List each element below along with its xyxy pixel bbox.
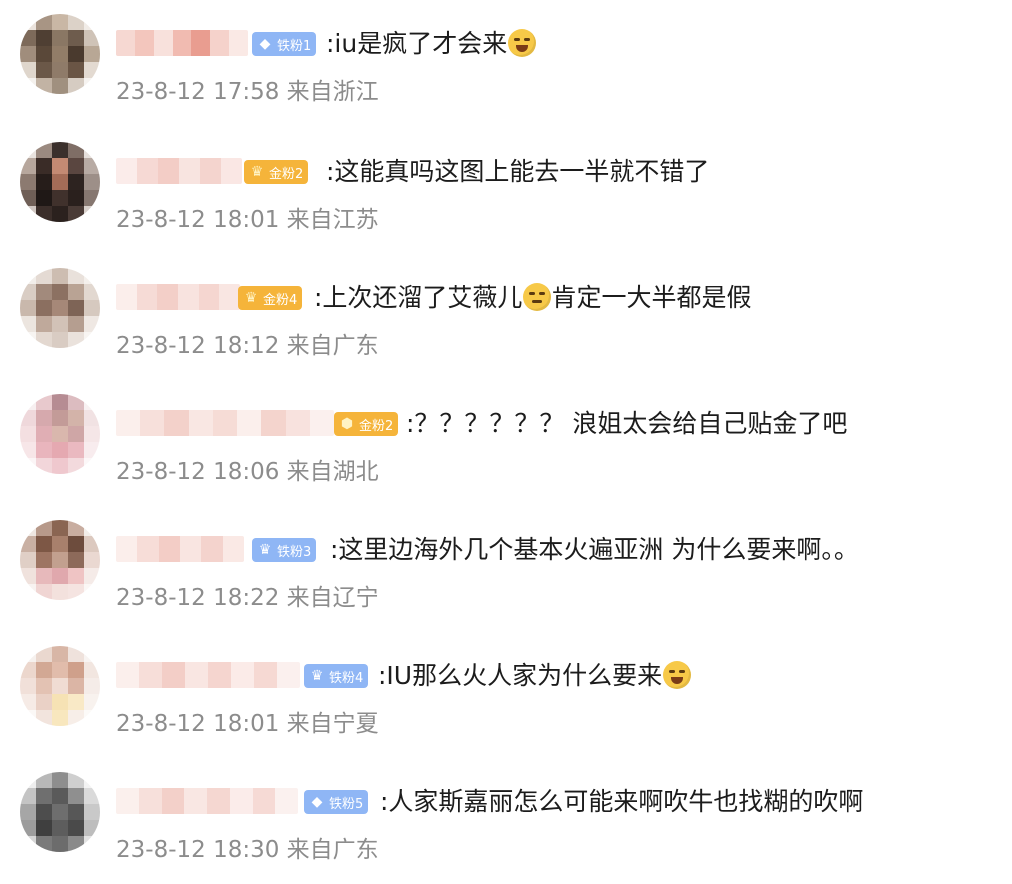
thinking-emoji — [523, 283, 552, 311]
comment-text: :IU那么火人家为什么要来 — [378, 660, 692, 692]
comment-item: ⬢ 金粉2 :？？？？？？ 浪姐太会给自己贴金了吧 23-8-12 18:06 … — [0, 380, 1012, 506]
username-blurred[interactable] — [116, 284, 240, 310]
laugh-cry-emoji — [508, 29, 537, 57]
comment-meta: 23-8-12 17:58 来自浙江 — [116, 72, 379, 106]
comment-location: 来自辽宁 — [286, 585, 379, 611]
comment-time: 23-8-12 18:01 — [116, 207, 280, 233]
username-blurred[interactable] — [116, 30, 248, 56]
fan-badge[interactable]: ◆ 铁粉1 — [252, 32, 317, 56]
avatar[interactable] — [20, 268, 100, 348]
comment-item: ◆ 铁粉1 :iu是疯了才会来 23-8-12 17:58 来自浙江 — [0, 0, 1012, 126]
username-blurred[interactable] — [116, 788, 298, 814]
comment-item: ◆ 铁粉5 :人家斯嘉丽怎么可能来啊吹牛也找糊的吹啊 23-8-12 18:30… — [0, 758, 1012, 884]
comment-meta: 23-8-12 18:01 来自宁夏 — [116, 704, 379, 738]
username-blurred[interactable] — [116, 410, 334, 436]
crown-icon: ♛ — [250, 164, 264, 180]
username-blurred[interactable] — [116, 662, 300, 688]
fan-badge[interactable]: ◆ 铁粉5 — [304, 790, 369, 814]
diamond-icon: ⬢ — [340, 416, 354, 432]
comment-time: 23-8-12 18:06 — [116, 459, 280, 485]
comment-text: :人家斯嘉丽怎么可能来啊吹牛也找糊的吹啊 — [380, 787, 864, 816]
diamond-icon: ◆ — [259, 36, 271, 52]
laugh-cry-emoji — [663, 661, 692, 689]
comment-meta: 23-8-12 18:06 来自湖北 — [116, 452, 379, 486]
comment-text: :iu是疯了才会来 — [326, 28, 537, 60]
avatar[interactable] — [20, 520, 100, 600]
comment-location: 来自湖北 — [286, 459, 379, 485]
comment-location: 来自广东 — [286, 333, 379, 359]
comment-time: 23-8-12 18:12 — [116, 333, 280, 359]
avatar[interactable] — [20, 772, 100, 852]
fan-badge[interactable]: ♛ 铁粉4 — [304, 664, 369, 688]
fan-badge[interactable]: ♛ 金粉4 — [238, 286, 303, 310]
avatar[interactable] — [20, 646, 100, 726]
crown-icon: ♛ — [244, 290, 258, 306]
comment-time: 23-8-12 18:01 — [116, 711, 280, 737]
comment-meta: 23-8-12 18:22 来自辽宁 — [116, 578, 379, 612]
username-blurred[interactable] — [116, 158, 242, 184]
comment-text: :这里边海外几个基本火遍亚洲 为什么要来啊。。 — [330, 535, 859, 564]
avatar[interactable] — [20, 394, 100, 474]
fan-badge[interactable]: ♛ 金粉2 — [244, 160, 309, 184]
comment-item: ♛ 金粉4 :上次还溜了艾薇儿 肯定一大半都是假 23-8-12 18:12 来自… — [0, 254, 1012, 380]
crown-icon: ♛ — [310, 668, 324, 684]
username-blurred[interactable] — [116, 536, 244, 562]
comment-item: ♛ 金粉2 :这能真吗这图上能去一半就不错了 23-8-12 18:01 来自江… — [0, 128, 1012, 254]
comment-text: :？？？？？？ 浪姐太会给自己贴金了吧 — [406, 409, 848, 438]
fan-badge[interactable]: ⬢ 金粉2 — [334, 412, 399, 436]
comment-time: 23-8-12 17:58 — [116, 79, 280, 105]
comment-time: 23-8-12 18:22 — [116, 585, 280, 611]
comment-location: 来自广东 — [286, 837, 379, 863]
fan-badge[interactable]: ♛ 铁粉3 — [252, 538, 317, 562]
comment-text: :上次还溜了艾薇儿 肯定一大半都是假 — [314, 283, 752, 312]
comment-meta: 23-8-12 18:01 来自江苏 — [116, 200, 379, 234]
comment-location: 来自宁夏 — [286, 711, 379, 737]
avatar[interactable] — [20, 14, 100, 94]
comment-text: :这能真吗这图上能去一半就不错了 — [326, 157, 710, 186]
comment-item: ♛ 铁粉3 :这里边海外几个基本火遍亚洲 为什么要来啊。。 23-8-12 18… — [0, 506, 1012, 632]
comment-time: 23-8-12 18:30 — [116, 837, 280, 863]
crown-icon: ♛ — [258, 542, 272, 558]
diamond-icon: ◆ — [311, 794, 323, 810]
comment-location: 来自江苏 — [286, 207, 379, 233]
avatar[interactable] — [20, 142, 100, 222]
comment-item: ♛ 铁粉4 :IU那么火人家为什么要来 23-8-12 18:01 来自宁夏 — [0, 632, 1012, 758]
comment-meta: 23-8-12 18:30 来自广东 — [116, 830, 379, 864]
comment-location: 来自浙江 — [286, 79, 379, 105]
comment-meta: 23-8-12 18:12 来自广东 — [116, 326, 379, 360]
comment-list: ◆ 铁粉1 :iu是疯了才会来 23-8-12 17:58 来自浙江 ♛ 金粉2… — [0, 0, 1012, 878]
